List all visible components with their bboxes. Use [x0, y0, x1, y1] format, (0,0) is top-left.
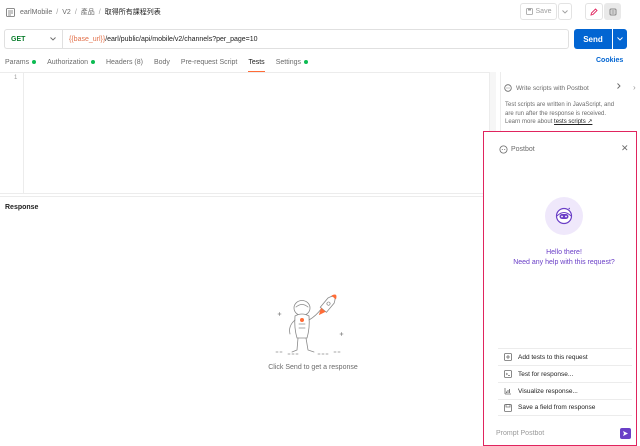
divider	[0, 196, 498, 197]
prompt-postbot-input[interactable]	[496, 426, 620, 440]
suggestion-visualize-response[interactable]: Visualize response...	[498, 382, 632, 399]
status-dot	[303, 60, 308, 64]
method-label: GET	[11, 35, 26, 43]
tab-label: Params	[5, 58, 30, 66]
suggestion-label: Visualize response...	[518, 387, 578, 395]
tests-scripts-link[interactable]: tests scripts ↗	[554, 119, 592, 125]
write-scripts-with-postbot[interactable]: Write scripts with Postbot	[504, 82, 624, 94]
response-label: Response	[5, 204, 39, 211]
url-variable: {{base_url}}	[69, 35, 106, 43]
suggestion-test-response[interactable]: Test for response...	[498, 365, 632, 382]
tab-params[interactable]: Params	[5, 55, 37, 69]
tab-authorization[interactable]: Authorization	[47, 55, 95, 69]
breadcrumb-separator: /	[74, 8, 77, 16]
breadcrumb: earlMobile / V2 / 產品 / 取得所有課程列表	[6, 6, 161, 18]
send-options-button[interactable]	[613, 29, 627, 49]
save-button[interactable]: Save	[520, 3, 557, 20]
greeting-line-2: Need any help with this request?	[513, 259, 615, 266]
collection-icon	[6, 7, 15, 17]
terminal-icon	[504, 370, 512, 378]
request-name[interactable]: 取得所有課程列表	[105, 7, 161, 17]
edit-button[interactable]	[585, 3, 603, 20]
astronaut-illustration	[270, 294, 352, 358]
request-tabs: Params Authorization Headers (8) Body Pr…	[5, 55, 319, 72]
send-button[interactable]: Send	[574, 29, 612, 49]
suggestion-label: Add tests to this request	[518, 353, 588, 361]
url-path: /earl/public/api/mobile/v2/channels?per_…	[105, 35, 258, 43]
documentation-button[interactable]	[604, 3, 621, 20]
tests-script-editor[interactable]	[0, 72, 496, 194]
prompt-bar	[496, 426, 634, 440]
line-number: 1	[14, 75, 18, 81]
tab-pre-request-script[interactable]: Pre-request Script	[181, 55, 237, 69]
tab-label: Headers (8)	[105, 58, 143, 66]
greeting-line-1: Hello there!	[546, 249, 582, 256]
tab-label: Authorization	[47, 58, 88, 66]
status-dot	[90, 60, 95, 64]
tab-label: Settings	[275, 58, 301, 66]
postbot-icon	[504, 84, 512, 92]
tab-tests[interactable]: Tests	[248, 55, 266, 72]
breadcrumb-separator: /	[98, 8, 101, 16]
save-field-icon	[504, 403, 512, 412]
chevron-down-icon	[617, 37, 623, 41]
chevron-right-icon	[617, 83, 621, 89]
add-tests-icon	[504, 353, 512, 361]
breadcrumb-item-folder-v2[interactable]: V2	[62, 9, 71, 16]
tab-label: Pre-request Script	[180, 58, 238, 66]
line-number-gutter	[0, 72, 24, 194]
method-select[interactable]: GET	[4, 29, 62, 49]
suggestion-label: Test for response...	[518, 370, 574, 378]
status-dot	[32, 60, 37, 64]
document-icon	[609, 8, 617, 16]
tab-label: Body	[153, 58, 170, 66]
tab-label: Tests	[248, 58, 265, 66]
pencil-icon	[590, 7, 598, 16]
send-arrow-icon	[622, 430, 629, 437]
postbot-title: Postbot	[511, 146, 535, 153]
url-input[interactable]: {{base_url}} /earl/public/api/mobile/v2/…	[62, 29, 569, 49]
postbot-suggestions: Add tests to this request Test for respo…	[498, 348, 632, 416]
breadcrumb-item-collection[interactable]: earlMobile	[20, 9, 52, 16]
prompt-send-button[interactable]	[620, 427, 631, 439]
tab-headers[interactable]: Headers (8)	[106, 55, 143, 69]
snippet-description: Test scripts are written in JavaScript, …	[505, 101, 623, 127]
empty-response-message: Click Send to get a response	[268, 364, 358, 371]
breadcrumb-item-folder-product[interactable]: 產品	[81, 7, 95, 17]
postbot-header: Postbot	[499, 145, 535, 154]
chart-icon	[504, 387, 512, 395]
cookies-link[interactable]: Cookies	[596, 57, 623, 64]
right-rail-chevron-icon[interactable]: ›	[633, 83, 636, 92]
tab-settings[interactable]: Settings	[276, 55, 308, 69]
save-icon	[525, 8, 533, 15]
postbot-avatar	[545, 197, 583, 235]
suggestion-add-tests[interactable]: Add tests to this request	[498, 348, 632, 365]
breadcrumb-separator: /	[56, 8, 59, 16]
close-icon[interactable]: ✕	[621, 143, 629, 154]
postbot-greeting: Hello there! Need any help with this req…	[494, 248, 634, 268]
save-label: Save	[535, 8, 552, 15]
suggestion-label: Save a field from response	[518, 404, 596, 411]
save-options-button[interactable]	[558, 3, 572, 20]
tab-body[interactable]: Body	[154, 55, 170, 69]
postbot-icon	[499, 145, 508, 154]
suggestion-save-field[interactable]: Save a field from response	[498, 399, 632, 416]
chevron-down-icon	[50, 37, 56, 41]
chevron-down-icon	[562, 9, 568, 14]
snippet-title: Write scripts with Postbot	[516, 84, 589, 92]
